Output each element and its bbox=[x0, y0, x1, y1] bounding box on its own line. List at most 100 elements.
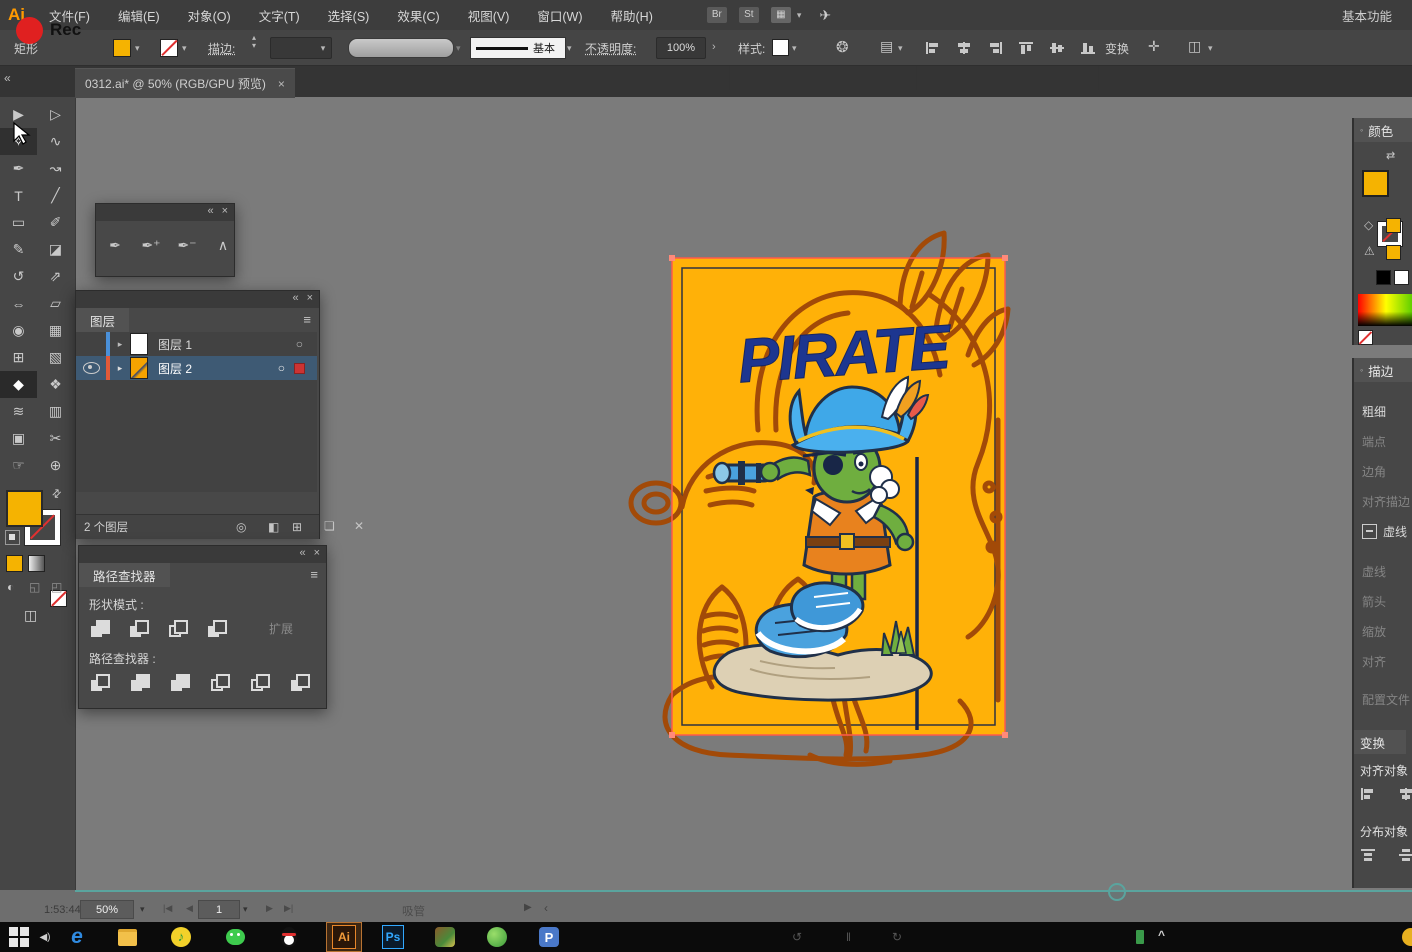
eyedropper-tool[interactable]: ◆ bbox=[0, 371, 37, 398]
zoom-tool[interactable]: ⊕ bbox=[37, 452, 74, 479]
style-chevron-icon[interactable]: ▾ bbox=[792, 43, 797, 54]
zoom-level-field[interactable]: 50% bbox=[80, 900, 134, 919]
color-mode-button[interactable] bbox=[6, 555, 23, 572]
player-rewind-icon[interactable]: ↺ bbox=[792, 930, 802, 944]
type-tool[interactable]: T bbox=[0, 182, 37, 209]
align-objects-left-icon[interactable] bbox=[1360, 787, 1376, 801]
width-tool[interactable]: ⇔ bbox=[0, 290, 37, 317]
mesh-tool[interactable]: ⊞ bbox=[0, 344, 37, 371]
crop-button[interactable] bbox=[207, 670, 234, 694]
transform-panel-tab[interactable]: 变换 bbox=[1354, 730, 1406, 754]
pen-panel-close-icon[interactable]: × bbox=[222, 205, 228, 217]
illustrator-taskbar-icon[interactable]: Ai bbox=[326, 922, 362, 952]
brush-definition-dropdown[interactable] bbox=[348, 38, 454, 58]
black-swatch[interactable] bbox=[1376, 270, 1391, 285]
first-artboard-icon[interactable]: |◀ bbox=[163, 903, 172, 914]
player-pause-icon[interactable]: ‖ bbox=[846, 930, 851, 944]
layer2-visibility-icon[interactable] bbox=[83, 362, 100, 374]
hand-tool[interactable]: ☞ bbox=[0, 452, 37, 479]
menu-view[interactable]: 视图(V) bbox=[454, 6, 524, 25]
white-swatch[interactable] bbox=[1394, 270, 1409, 285]
pathfinder-panel-menu-icon[interactable]: ≡ bbox=[310, 567, 318, 582]
shear-icon[interactable]: ◫ bbox=[1188, 38, 1201, 55]
edge-browser-icon[interactable]: e bbox=[66, 926, 88, 948]
fill-chevron-icon[interactable]: ▾ bbox=[135, 43, 140, 54]
layers-panel-tab[interactable]: 图层 bbox=[76, 308, 129, 332]
draw-behind-icon[interactable]: ◱ bbox=[29, 580, 40, 594]
photoshop-taskbar-icon[interactable]: Ps bbox=[382, 926, 404, 948]
exclude-button[interactable] bbox=[204, 616, 231, 640]
screen-mode-icon[interactable]: ◫ bbox=[24, 607, 37, 624]
stroke-panel-tab[interactable]: ◦ 描边 bbox=[1354, 358, 1412, 382]
artboard-number-field[interactable]: 1 bbox=[198, 900, 240, 919]
volume-icon[interactable]: ◀) bbox=[34, 926, 56, 948]
line-segment-tool[interactable]: ╱ bbox=[37, 182, 74, 209]
divide-button[interactable] bbox=[87, 670, 114, 694]
next-artboard-icon[interactable]: ▶ bbox=[266, 903, 273, 914]
powerpoint-taskbar-icon[interactable]: P bbox=[538, 926, 560, 948]
intersect-button[interactable] bbox=[165, 616, 192, 640]
start-button[interactable] bbox=[8, 926, 30, 948]
qq-icon[interactable] bbox=[278, 926, 300, 948]
align-center-icon[interactable] bbox=[956, 41, 972, 55]
opacity-label[interactable]: 不透明度: bbox=[585, 40, 636, 57]
menu-object[interactable]: 对象(O) bbox=[174, 6, 245, 25]
align-left-icon[interactable] bbox=[925, 41, 941, 55]
opacity-more-icon[interactable]: › bbox=[712, 41, 716, 53]
merge-button[interactable] bbox=[167, 670, 194, 694]
color-panel-tab[interactable]: ◦ 颜色 bbox=[1354, 118, 1412, 142]
none-swatch[interactable] bbox=[1358, 330, 1373, 345]
layer1-expand-icon[interactable]: ▸ bbox=[110, 339, 130, 350]
delete-layer-icon[interactable]: ✕ bbox=[354, 519, 364, 533]
stroke-weight-label[interactable]: 描边: bbox=[208, 40, 235, 57]
brush-dropdown-chevron-icon[interactable]: ▾ bbox=[456, 43, 461, 54]
scale-tool[interactable]: ⇗ bbox=[37, 263, 74, 290]
outline-button[interactable] bbox=[247, 670, 274, 694]
status-play-icon[interactable]: ▶ bbox=[524, 902, 532, 913]
pathfinder-panel-close-icon[interactable]: × bbox=[314, 547, 320, 559]
stock-icon[interactable]: St bbox=[739, 7, 759, 23]
default-fill-stroke-icon[interactable] bbox=[5, 530, 20, 545]
distribute-middle-icon[interactable] bbox=[1398, 848, 1412, 862]
pathfinder-panel-titlebar[interactable]: « × bbox=[79, 546, 326, 563]
layer1-thumbnail[interactable] bbox=[130, 333, 148, 355]
gamut-swatch[interactable] bbox=[1386, 218, 1401, 233]
align-right-icon[interactable] bbox=[987, 41, 1003, 55]
arrange-documents-chevron-icon[interactable]: ▾ bbox=[797, 10, 802, 21]
menu-select[interactable]: 选择(S) bbox=[314, 6, 384, 25]
gradient-tool[interactable]: ▧ bbox=[37, 344, 74, 371]
out-of-gamut-cube-icon[interactable]: ◇ bbox=[1364, 218, 1373, 232]
arrange-documents-icon[interactable]: ▦ bbox=[771, 7, 791, 23]
share-icon[interactable]: ✈ bbox=[819, 7, 831, 24]
menu-help[interactable]: 帮助(H) bbox=[597, 6, 667, 25]
opacity-value-field[interactable]: 100% bbox=[656, 37, 706, 59]
layer2-thumbnail[interactable] bbox=[130, 357, 148, 379]
tray-app-icon[interactable] bbox=[1402, 928, 1412, 946]
distribute-top-icon[interactable] bbox=[1360, 848, 1376, 862]
anchor-point-tool[interactable]: ∧ bbox=[210, 232, 236, 258]
pencil-tool[interactable]: ✎ bbox=[0, 236, 37, 263]
dashed-line-checkbox[interactable] bbox=[1362, 524, 1377, 539]
pen-tool[interactable]: ✒ bbox=[102, 232, 128, 258]
document-tab-close-icon[interactable]: × bbox=[278, 77, 285, 91]
make-clipping-mask-icon[interactable]: ◧ bbox=[268, 520, 279, 534]
locate-object-icon[interactable]: ◎ bbox=[236, 520, 246, 534]
out-of-web-warning-icon[interactable]: ⚠ bbox=[1364, 244, 1375, 258]
paintbrush-tool[interactable]: ✐ bbox=[37, 209, 74, 236]
align-top-icon[interactable] bbox=[1018, 41, 1034, 55]
file-explorer-icon[interactable] bbox=[116, 926, 138, 948]
stroke-color-swatch[interactable] bbox=[160, 39, 178, 57]
shear-chevron-icon[interactable]: ▾ bbox=[1208, 43, 1213, 54]
color-swap-icon[interactable]: ⇄ bbox=[1386, 149, 1395, 162]
pathfinder-panel-collapse-icon[interactable]: « bbox=[299, 547, 305, 559]
document-setup-chevron-icon[interactable]: ▾ bbox=[898, 43, 903, 54]
layer2-expand-icon[interactable]: ▸ bbox=[110, 363, 130, 374]
player-forward-icon[interactable]: ↻ bbox=[892, 930, 902, 944]
menu-effect[interactable]: 效果(C) bbox=[383, 6, 453, 25]
menu-type[interactable]: 文字(T) bbox=[245, 6, 314, 25]
transform-button[interactable]: 变换 bbox=[1105, 40, 1129, 57]
prev-artboard-icon[interactable]: ◀ bbox=[186, 903, 193, 914]
rectangle-tool[interactable]: ▭ bbox=[0, 209, 37, 236]
artboard-chevron-icon[interactable]: ▾ bbox=[243, 904, 248, 915]
recolor-artwork-icon[interactable]: ❂ bbox=[836, 38, 849, 56]
